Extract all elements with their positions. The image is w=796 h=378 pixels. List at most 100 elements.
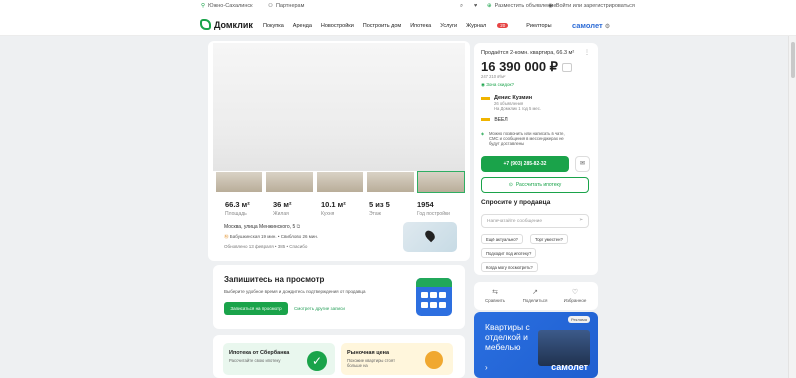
photo-thumbnails [215, 171, 466, 193]
logo-mark-icon [200, 19, 211, 30]
compare-button[interactable]: ⇆ Сравнить [476, 288, 514, 303]
schedule-button[interactable]: Записаться на просмотр [224, 302, 288, 315]
page-scrollbar[interactable] [788, 36, 796, 378]
thumbnail-selected[interactable] [416, 171, 466, 193]
city-label: Южно-Сахалинск [208, 3, 253, 9]
metro-text: Бабушкинская 19 мин. • Свиблово 26 мин. [229, 234, 319, 239]
city-selector[interactable]: ⚲ Южно-Сахалинск [201, 3, 253, 9]
company-info[interactable]: ВЕЕЛ [481, 117, 508, 123]
stat-area: 66.3 м² Площадь [225, 200, 273, 217]
schedule-subtitle: Выберите удобное время и дождитесь подтв… [224, 289, 366, 294]
quick-question-chip[interactable]: Торг уместен? [530, 234, 568, 244]
nav-item-services[interactable]: Услуги [440, 23, 457, 29]
nav-item-mortgage[interactable]: Ипотека [410, 23, 431, 29]
quick-question-chip[interactable]: Подходит под ипотеку? [481, 248, 537, 258]
other-bookings-link[interactable]: Смотреть другие записи [294, 306, 345, 311]
sber-mortgage-promo[interactable]: Ипотека от Сбербанка Рассчитайте свою ип… [223, 343, 335, 375]
nav-item-build-house[interactable]: Построить дом [363, 23, 401, 29]
utility-bar: ⚲ Южно-Сахалинск ⚇ Партнерам ⌕ ♥ ⊕ Разме… [0, 3, 796, 15]
company-name: ВЕЕЛ [494, 117, 508, 123]
stat-label: Площадь [225, 211, 247, 217]
calculate-mortgage-label: Рассчитать ипотеку [515, 182, 562, 188]
checkmark-icon: ✓ [307, 351, 327, 371]
ad-text: Квартиры с отделкой и мебелью [485, 322, 530, 352]
update-info: Обновлено 13 февраля • 385 • Спасибо [224, 244, 307, 249]
scrollbar-thumb[interactable] [791, 42, 795, 78]
message-placeholder: Напечатайте сообщение [487, 219, 543, 224]
ask-seller-title: Спросите у продавца [481, 199, 551, 206]
nav-item-buy[interactable]: Покупка [263, 23, 284, 29]
location-pin-icon: ⚲ [201, 3, 206, 9]
stat-value: 66.3 м² [225, 200, 250, 209]
main-photo[interactable] [213, 43, 465, 171]
discount-zone-text: Зона скидок? [486, 82, 514, 87]
nav-item-realtors[interactable]: Риелторы [526, 23, 551, 29]
share-button[interactable]: ↗ Поделиться [516, 288, 554, 303]
thumbnail[interactable] [215, 171, 264, 193]
ad-brand: самолет [551, 362, 588, 372]
thumbnail[interactable] [265, 171, 314, 193]
address-text: Москва, улица Менжинского, 5 [224, 224, 296, 230]
partners-link[interactable]: ⚇ Партнерам [268, 3, 304, 9]
coins-icon [425, 351, 443, 369]
login-link[interactable]: ◉ Войти или зарегистрироваться [548, 3, 635, 9]
domclick-logo[interactable]: Домклик [200, 19, 253, 30]
message-input[interactable]: Напечатайте сообщение ➢ [481, 214, 589, 228]
chat-button[interactable]: ✉ [575, 156, 590, 172]
calculate-mortgage-button[interactable]: ⊙ Рассчитать ипотеку [481, 177, 589, 193]
favorite-button[interactable]: ♡ Избранное [556, 288, 594, 303]
stat-label: Год постройки [417, 211, 450, 217]
top-header: ⚲ Южно-Сахалинск ⚇ Партнерам ⌕ ♥ ⊕ Разме… [0, 0, 796, 36]
compare-icon: ⇆ [492, 289, 498, 296]
nav-item-journal[interactable]: Журнал 20 [466, 23, 517, 29]
company-logo [481, 118, 490, 122]
samolet-ad-banner[interactable]: Реклама Квартиры с отделкой и мебелью › … [474, 312, 598, 378]
price: 16 390 000 ₽ [481, 59, 558, 74]
nav-item-rent[interactable]: Аренда [293, 23, 312, 29]
copy-icon[interactable]: ⧉ [297, 224, 301, 230]
promo-card: Ипотека от Сбербанка Рассчитайте свою ип… [213, 335, 465, 378]
login-label: Войти или зарегистрироваться [555, 3, 635, 9]
thumbnail[interactable] [315, 171, 365, 193]
price-sidebar: Продаётся 2-комн. квартира, 66.3 м² ⋮ 16… [474, 43, 598, 275]
promo-title: Ипотека от Сбербанка [229, 350, 290, 356]
mini-map[interactable] [403, 222, 457, 252]
stat-label: Кухня [321, 211, 335, 217]
quick-question-chip[interactable]: Когда могу посмотреть? [481, 262, 538, 272]
listing-actions: ⇆ Сравнить ↗ Поделиться ♡ Избранное [474, 282, 598, 310]
handshake-icon: ⚇ [268, 3, 273, 9]
price-history-icon[interactable] [562, 63, 572, 72]
heart-icon: ♡ [571, 289, 579, 296]
phone-button[interactable]: +7 (903) 285-82-32 [481, 156, 569, 172]
agent-info[interactable]: Денис Кузмин 26 объявления На Домклик 1 … [481, 95, 541, 111]
samolet-label: самолет [572, 21, 603, 30]
favorites-button[interactable]: ♥ [474, 3, 477, 9]
stat-kitchen: 10.1 м² Кухня [321, 200, 369, 217]
metro-info: Ⓜ Бабушкинская 19 мин. • Свиблово 26 мин… [224, 234, 318, 240]
stat-value: 10.1 м² [321, 200, 346, 209]
thumbnail[interactable] [366, 171, 415, 193]
compare-label: Сравнить [484, 298, 506, 303]
calendar-icon [416, 278, 452, 316]
contact-note-text: Можно позвонить или написать в чате, СМС… [489, 131, 565, 147]
more-icon[interactable]: ⋮ [584, 49, 590, 56]
discount-zone[interactable]: ◉ Зона скидок? [481, 82, 514, 88]
search-button[interactable]: ⌕ [460, 3, 463, 10]
quick-question-chip[interactable]: Ещё актуально? [481, 234, 523, 244]
calculator-icon: ⊙ [508, 182, 513, 188]
user-icon: ◉ [548, 3, 553, 9]
chat-icon: ✉ [580, 161, 586, 167]
post-ad-link[interactable]: ⊕ Разместить объявление [487, 3, 556, 9]
samolet-brand-link[interactable]: самолет ⚙ [572, 21, 610, 30]
stat-year: 1954 Год постройки [417, 200, 469, 217]
send-icon[interactable]: ➢ [579, 218, 583, 223]
promo-title: Рыночная цена [347, 350, 390, 356]
promo-subtitle: Рассчитайте свою ипотеку [229, 358, 281, 363]
address[interactable]: Москва, улица Менжинского, 5 ⧉ [224, 224, 300, 230]
arrow-right-icon: › [485, 363, 488, 372]
market-price-promo[interactable]: Рыночная цена Похожие квартиры стоят бол… [341, 343, 453, 375]
plus-circle-icon: ⊕ [487, 3, 492, 9]
map-pin-icon [423, 228, 437, 243]
nav-item-new-buildings[interactable]: Новостройки [321, 23, 354, 29]
shield-icon: ◈ [481, 131, 485, 136]
